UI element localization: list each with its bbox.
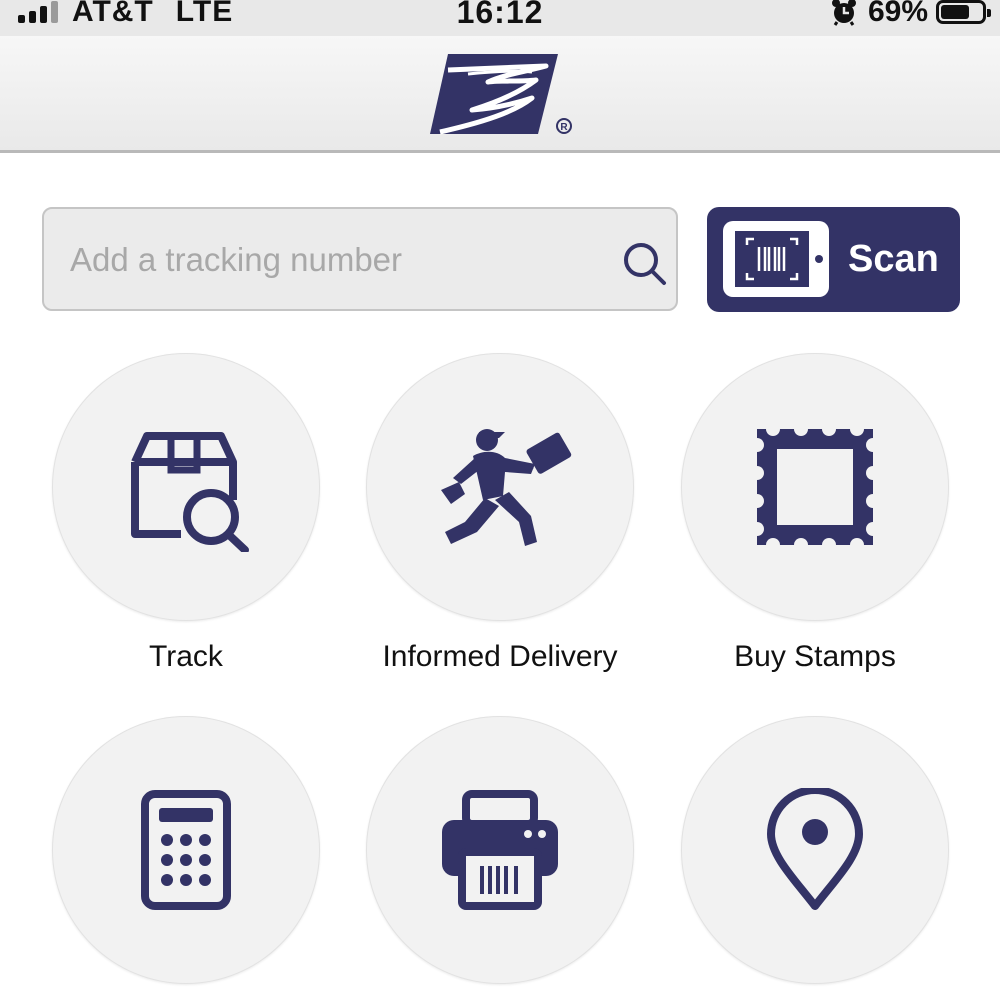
tracking-search-box xyxy=(42,207,678,311)
stamp-icon xyxy=(755,427,875,547)
status-right: 69% xyxy=(830,0,991,32)
printer-tile[interactable] xyxy=(366,716,634,984)
status-bar: AT&T LTE 16:12 69% xyxy=(0,0,1000,36)
battery-percentage: 69% xyxy=(867,0,928,28)
mail-carrier-icon xyxy=(441,429,572,546)
svg-text:R: R xyxy=(560,122,568,133)
printer-icon xyxy=(442,790,558,910)
location-pin-icon xyxy=(767,788,863,910)
scan-button-label: Scan xyxy=(848,238,939,280)
calculator-tile[interactable] xyxy=(52,716,320,984)
package-search-icon xyxy=(131,432,249,552)
alarm-icon xyxy=(831,0,856,26)
app-header: R xyxy=(0,36,1000,153)
buy-stamps-tile[interactable] xyxy=(681,353,949,621)
battery-icon xyxy=(936,0,991,24)
usps-eagle-logo-icon: R xyxy=(430,54,572,135)
track-tile[interactable] xyxy=(52,353,320,621)
location-tile[interactable] xyxy=(681,716,949,984)
calculator-icon xyxy=(141,790,231,910)
track-label: Track xyxy=(149,640,223,673)
search-icon[interactable] xyxy=(620,239,668,287)
tracking-number-input[interactable] xyxy=(68,209,612,311)
scan-device-icon xyxy=(723,221,829,297)
buy-stamps-label: Buy Stamps xyxy=(734,640,896,673)
informed-delivery-label: Informed Delivery xyxy=(382,640,618,673)
scan-button[interactable]: Scan xyxy=(707,207,960,312)
informed-delivery-tile[interactable] xyxy=(366,353,634,621)
